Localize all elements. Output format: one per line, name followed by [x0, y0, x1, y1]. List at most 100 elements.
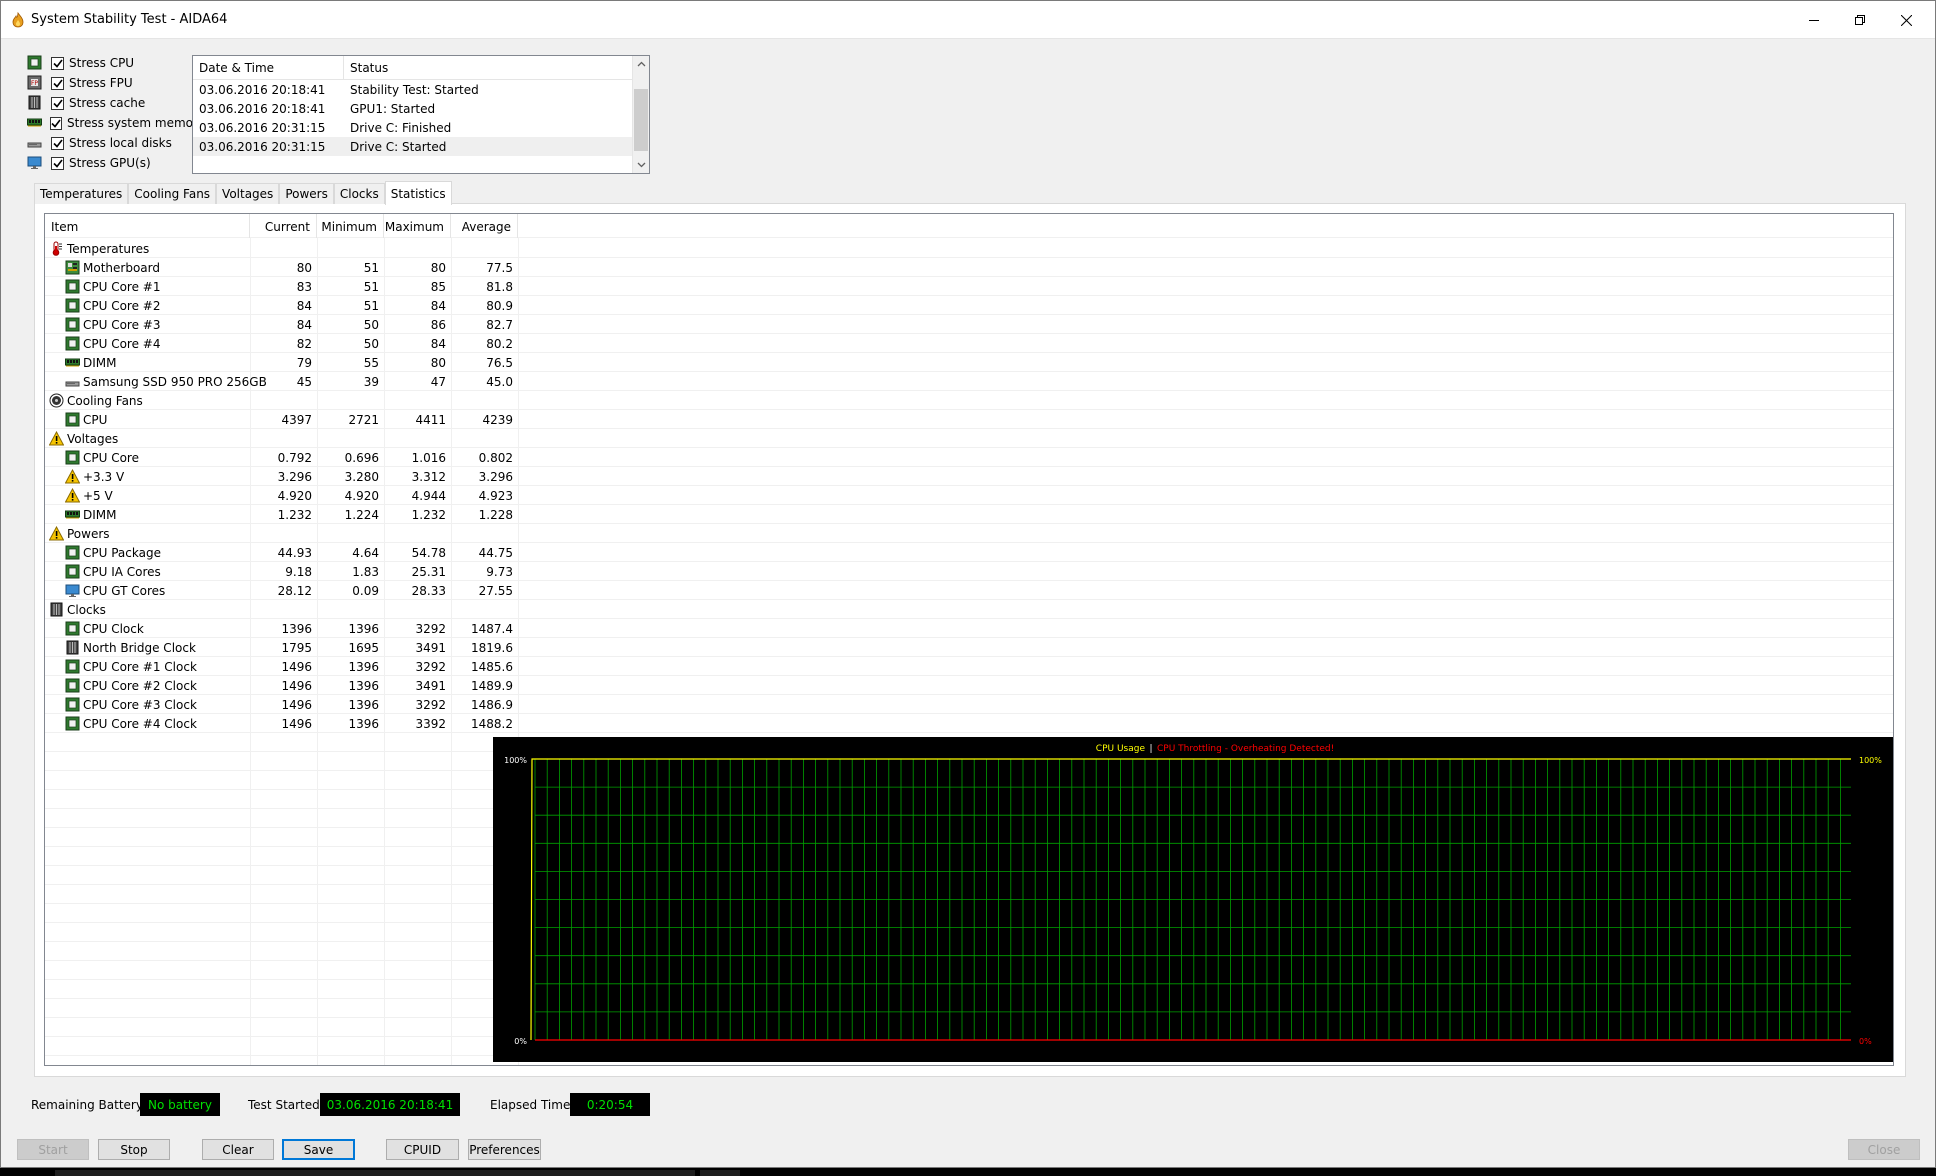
- maximum-value: 80: [430, 356, 446, 370]
- statistics-row[interactable]: CPU Core #3 84 50 86 82.7: [45, 315, 515, 334]
- warning-icon: [48, 525, 65, 541]
- col-maximum[interactable]: Maximum: [384, 214, 451, 238]
- statistics-item-label: CPU: [83, 413, 108, 427]
- statistics-row[interactable]: CPU Core 0.792 0.696 1.016 0.802: [45, 448, 515, 467]
- status-log-list[interactable]: Date & Time Status 03.06.2016 20:18:41 St…: [192, 55, 650, 174]
- stop-button[interactable]: Stop: [98, 1139, 170, 1160]
- statistics-row[interactable]: DIMM 1.232 1.224 1.232 1.228: [45, 505, 515, 524]
- minimum-value: 1.224: [344, 508, 379, 522]
- log-header: Date & Time Status: [193, 56, 633, 80]
- scroll-up-icon[interactable]: [637, 60, 646, 69]
- stress-option-checkbox[interactable]: [51, 136, 64, 150]
- stress-option-row[interactable]: Stress system memory: [27, 113, 205, 133]
- statistics-row[interactable]: CPU GT Cores 28.12 0.09 28.33 27.55: [45, 581, 515, 600]
- checkmark-icon: [51, 119, 61, 128]
- statistics-row[interactable]: CPU Core #2 84 51 84 80.9: [45, 296, 515, 315]
- maximum-value: 4411: [415, 413, 446, 427]
- average-value: 1819.6: [471, 641, 513, 655]
- log-datetime: 03.06.2016 20:31:15: [199, 120, 326, 135]
- stress-option-checkbox[interactable]: [51, 76, 64, 90]
- log-row[interactable]: 03.06.2016 20:18:41 GPU1: Started: [193, 99, 633, 118]
- tab-powers[interactable]: Powers: [279, 183, 334, 204]
- average-value: 81.8: [486, 280, 513, 294]
- log-row[interactable]: 03.06.2016 20:18:41 Stability Test: Start…: [193, 80, 633, 99]
- minimum-value: 51: [363, 280, 379, 294]
- chart-title-throttling: CPU Throttling - Overheating Detected!: [1157, 744, 1334, 754]
- log-row[interactable]: 03.06.2016 20:31:15 Drive C: Finished: [193, 118, 633, 137]
- statistics-item-label: CPU Core #2 Clock: [83, 679, 197, 693]
- tab-cooling-fans[interactable]: Cooling Fans: [128, 183, 217, 204]
- stress-option-checkbox[interactable]: [51, 156, 64, 170]
- statistics-row[interactable]: CPU Core #1 Clock 1496 1396 3292 1485.6: [45, 657, 515, 676]
- monitor-icon: [65, 583, 80, 598]
- tab-voltages[interactable]: Voltages: [216, 183, 280, 204]
- average-value: 76.5: [486, 356, 513, 370]
- statistics-row[interactable]: CPU Core #3 Clock 1496 1396 3292 1486.9: [45, 695, 515, 714]
- cpu-chip-icon: [65, 317, 80, 332]
- log-scrollbar[interactable]: [632, 56, 649, 173]
- log-header-datetime[interactable]: Date & Time: [193, 56, 344, 79]
- col-average[interactable]: Average: [451, 214, 518, 238]
- minimize-button[interactable]: [1791, 1, 1837, 39]
- cpu-chip-icon: [65, 336, 80, 351]
- stress-option-checkbox[interactable]: [51, 56, 64, 70]
- statistics-row[interactable]: CPU Core #1 83 51 85 81.8: [45, 277, 515, 296]
- battery-label: Remaining Battery:: [31, 1098, 147, 1112]
- statistics-row[interactable]: CPU Clock 1396 1396 3292 1487.4: [45, 619, 515, 638]
- clear-button[interactable]: Clear: [202, 1139, 274, 1160]
- save-button[interactable]: Save: [282, 1139, 355, 1160]
- col-item[interactable]: Item: [45, 214, 250, 238]
- motherboard-icon: [65, 260, 80, 275]
- cpuid-button[interactable]: CPUID: [386, 1139, 459, 1160]
- log-scroll-thumb[interactable]: [634, 89, 648, 151]
- statistics-row[interactable]: +3.3 V 3.296 3.280 3.312 3.296: [45, 467, 515, 486]
- stress-option-row[interactable]: Stress GPU(s): [27, 153, 197, 173]
- minimum-value: 51: [363, 299, 379, 313]
- tab-clocks[interactable]: Clocks: [333, 183, 385, 204]
- statistics-group-row[interactable]: Powers: [45, 524, 515, 543]
- tab-temperatures[interactable]: Temperatures: [34, 183, 129, 204]
- statistics-row[interactable]: CPU 4397 2721 4411 4239: [45, 410, 515, 429]
- statistics-row[interactable]: DIMM 79 55 80 76.5: [45, 353, 515, 372]
- stress-option-checkbox[interactable]: [50, 116, 62, 130]
- statistics-row[interactable]: Motherboard 80 51 80 77.5: [45, 258, 515, 277]
- col-current[interactable]: Current: [250, 214, 317, 238]
- stress-option-checkbox[interactable]: [51, 96, 64, 110]
- statistics-row[interactable]: CPU Core #4 82 50 84 80.2: [45, 334, 515, 353]
- stress-option-row[interactable]: Stress CPU: [27, 53, 197, 73]
- log-row[interactable]: 03.06.2016 20:31:15 Drive C: Started: [193, 137, 633, 156]
- statistics-group-row[interactable]: Cooling Fans: [45, 391, 515, 410]
- statistics-row[interactable]: CPU Core #2 Clock 1496 1396 3491 1489.9: [45, 676, 515, 695]
- minimum-value: 51: [363, 261, 379, 275]
- statistics-item-label: CPU Core #3 Clock: [83, 698, 197, 712]
- minimum-value: 1396: [348, 679, 379, 693]
- scroll-down-icon[interactable]: [637, 160, 646, 169]
- stress-option-row[interactable]: FP Stress FPU: [27, 73, 197, 93]
- tab-statistics[interactable]: Statistics: [384, 181, 452, 205]
- statistics-group-row[interactable]: Voltages: [45, 429, 515, 448]
- warning-icon: [64, 468, 81, 484]
- preferences-button[interactable]: Preferences: [468, 1139, 541, 1160]
- col-minimum[interactable]: Minimum: [317, 214, 384, 238]
- statistics-row[interactable]: North Bridge Clock 1795 1695 3491 1819.6: [45, 638, 515, 657]
- current-value: 4.920: [277, 489, 312, 503]
- statistics-group-row[interactable]: Clocks: [45, 600, 515, 619]
- statistics-row[interactable]: +5 V 4.920 4.920 4.944 4.923: [45, 486, 515, 505]
- statistics-row[interactable]: CPU IA Cores 9.18 1.83 25.31 9.73: [45, 562, 515, 581]
- statistics-row[interactable]: CPU Core #4 Clock 1496 1396 3392 1488.2: [45, 714, 515, 733]
- close-button[interactable]: Close: [1848, 1139, 1920, 1160]
- statistics-row[interactable]: Samsung SSD 950 PRO 256GB 45 39 47 45.0: [45, 372, 515, 391]
- statistics-row[interactable]: CPU Package 44.93 4.64 54.78 44.75: [45, 543, 515, 562]
- restore-button[interactable]: [1837, 1, 1883, 39]
- start-button[interactable]: Start: [17, 1139, 89, 1160]
- stress-option-row[interactable]: Stress cache: [27, 93, 197, 113]
- chart-left-min-label: 0%: [514, 1037, 527, 1046]
- close-window-button[interactable]: [1883, 1, 1929, 39]
- minimum-value: 50: [363, 318, 379, 332]
- stress-option-row[interactable]: Stress local disks: [27, 133, 197, 153]
- statistics-group-row[interactable]: Temperatures: [45, 239, 515, 258]
- log-header-status[interactable]: Status: [344, 56, 633, 79]
- maximum-value: 1.016: [411, 451, 446, 465]
- maximum-value: 84: [430, 299, 446, 313]
- log-datetime: 03.06.2016 20:31:15: [199, 139, 326, 154]
